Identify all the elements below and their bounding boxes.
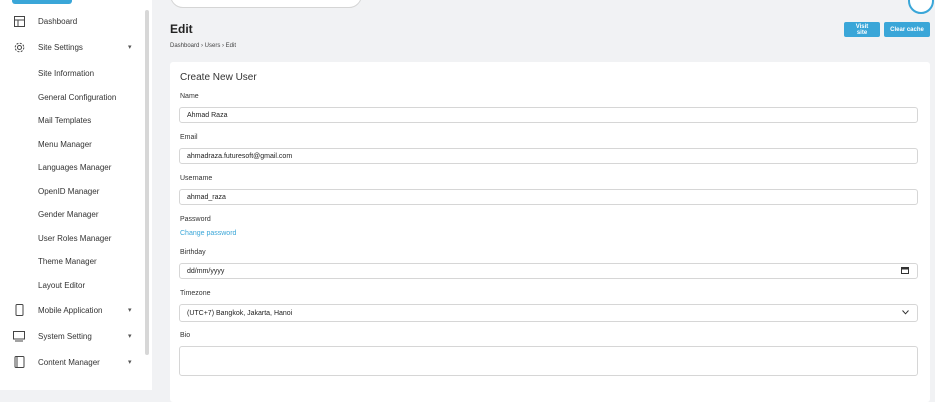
sidebar-item-label: User Roles Manager	[38, 233, 112, 243]
sidebar-item-label: Layout Editor	[38, 280, 86, 290]
name-label: Name	[180, 93, 199, 100]
page-title: Edit	[170, 22, 193, 36]
sidebar: Dashboard Site Settings ▾ Site Informati…	[0, 0, 152, 390]
sidebar-item-label: Languages Manager	[38, 162, 112, 172]
change-password-link[interactable]: Change password	[180, 230, 236, 237]
chevron-down-icon: ▾	[128, 44, 132, 51]
name-field[interactable]: Ahmad Raza	[179, 107, 918, 123]
sidebar-item-theme-manager[interactable]: Theme Manager	[0, 250, 146, 272]
birthday-placeholder: dd/mm/yyyy	[187, 267, 225, 275]
username-field[interactable]: ahmad_raza	[179, 189, 918, 205]
username-label: Username	[180, 175, 213, 182]
chevron-down-icon	[902, 309, 909, 317]
dashboard-icon	[13, 15, 25, 27]
sidebar-item-label: Site Settings	[38, 42, 83, 52]
content-icon	[13, 356, 25, 368]
clear-cache-button[interactable]: Clear cache	[884, 22, 930, 37]
email-label: Email	[180, 134, 198, 141]
birthday-label: Birthday	[180, 249, 206, 256]
sidebar-item-label: System Setting	[38, 331, 92, 341]
chevron-down-icon: ▾	[128, 333, 132, 340]
sidebar-item-user-roles-manager[interactable]: User Roles Manager	[0, 227, 146, 249]
sidebar-item-label: Menu Manager	[38, 139, 92, 149]
sidebar-item-mail-templates[interactable]: Mail Templates	[0, 109, 146, 131]
sidebar-item-label: General Configuration	[38, 92, 117, 102]
timezone-value: (UTC+7) Bangkok, Jakarta, Hanoi	[187, 309, 293, 317]
sidebar-item-label: Mail Templates	[38, 115, 92, 125]
gear-icon	[13, 41, 25, 53]
timezone-label: Timezone	[180, 290, 211, 297]
timezone-select[interactable]: (UTC+7) Bangkok, Jakarta, Hanoi	[179, 304, 918, 322]
sidebar-item-gender-manager[interactable]: Gender Manager	[0, 203, 146, 225]
bio-textarea[interactable]	[179, 346, 918, 376]
sidebar-scrollbar[interactable]	[145, 10, 149, 355]
sidebar-item-label: Dashboard	[38, 16, 78, 26]
visit-site-button[interactable]: Visit site	[844, 22, 880, 37]
chevron-down-icon: ▾	[128, 307, 132, 314]
sidebar-item-menu-manager[interactable]: Menu Manager	[0, 133, 146, 155]
breadcrumb: Dashboard › Users › Edit	[170, 43, 237, 49]
sidebar-item-site-settings[interactable]: Site Settings ▾	[0, 36, 146, 58]
logo	[12, 0, 72, 4]
sidebar-item-site-information[interactable]: Site Information	[0, 62, 146, 84]
bio-label: Bio	[180, 332, 191, 339]
sidebar-item-languages-manager[interactable]: Languages Manager	[0, 156, 146, 178]
sidebar-item-label: Mobile Application	[38, 305, 103, 315]
sidebar-item-label: Theme Manager	[38, 256, 97, 266]
password-label: Password	[180, 216, 211, 223]
sidebar-item-label: Gender Manager	[38, 209, 99, 219]
mobile-icon	[13, 304, 25, 316]
sidebar-item-general-configuration[interactable]: General Configuration	[0, 86, 146, 108]
sidebar-item-label: Site Information	[38, 68, 95, 78]
sidebar-item-mobile-application[interactable]: Mobile Application ▾	[0, 299, 146, 321]
sidebar-item-system-setting[interactable]: System Setting ▾	[0, 325, 146, 347]
chevron-down-icon: ▾	[128, 359, 132, 366]
calendar-icon[interactable]	[901, 266, 909, 276]
birthday-field[interactable]: dd/mm/yyyy	[179, 263, 918, 279]
sidebar-item-layout-editor[interactable]: Layout Editor	[0, 274, 146, 296]
monitor-icon	[13, 330, 25, 342]
sidebar-item-openid-manager[interactable]: OpenID Manager	[0, 180, 146, 202]
card-title: Create New User	[180, 72, 257, 83]
email-field[interactable]: ahmadraza.futuresoft@gmail.com	[179, 148, 918, 164]
avatar[interactable]	[908, 0, 934, 14]
user-form-card: Create New User Name Ahmad Raza Email ah…	[170, 62, 930, 402]
sidebar-item-label: Content Manager	[38, 357, 100, 367]
sidebar-item-dashboard[interactable]: Dashboard	[0, 10, 146, 32]
search-input[interactable]	[170, 0, 362, 8]
sidebar-item-label: OpenID Manager	[38, 186, 100, 196]
sidebar-item-content-manager[interactable]: Content Manager ▾	[0, 351, 146, 373]
